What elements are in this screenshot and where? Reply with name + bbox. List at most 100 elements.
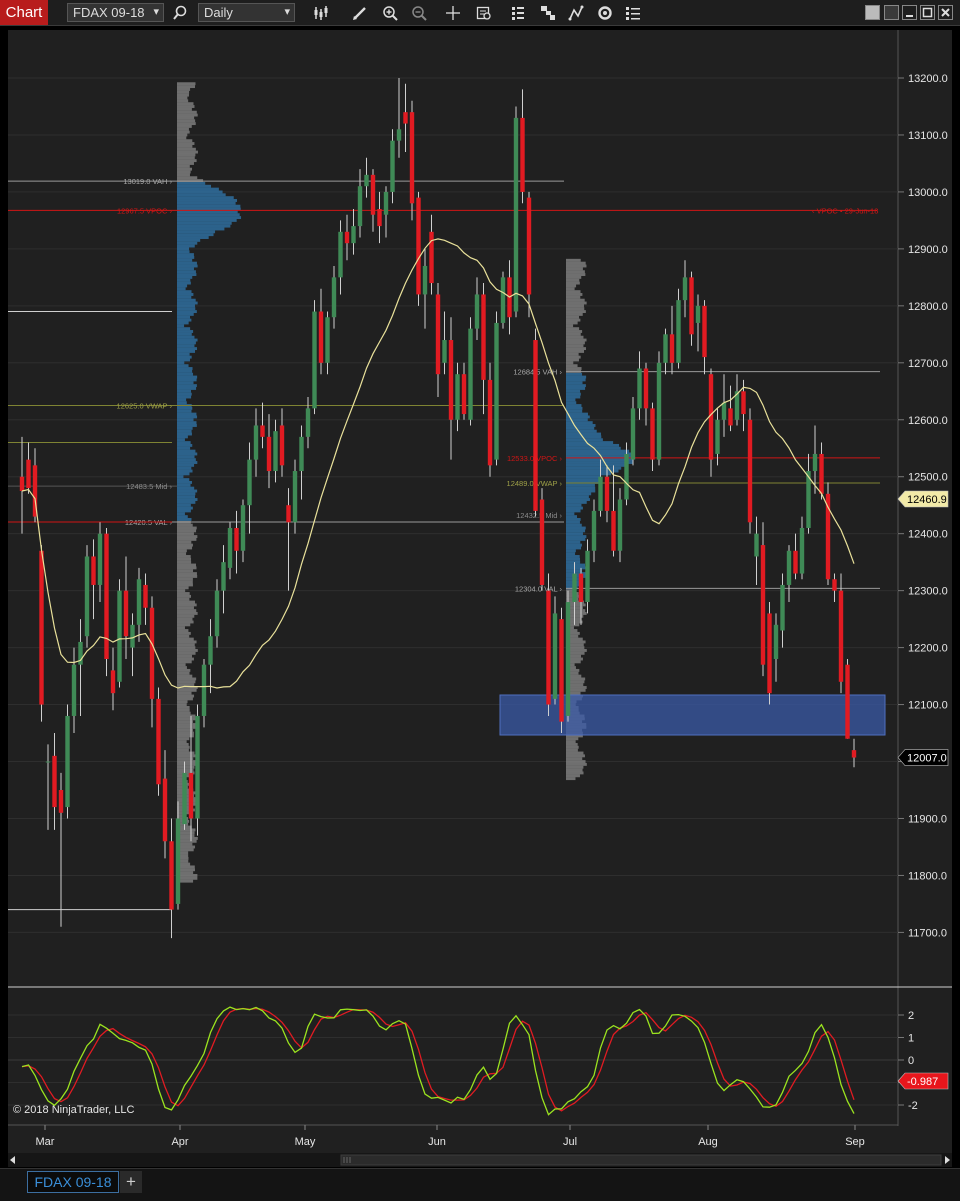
candle-body [637, 368, 642, 409]
chart-canvas[interactable]: 13019.0 VAH › 12967.5 VPOC › 12625.0 VWAP … [0, 26, 960, 1153]
tab-fdax[interactable]: FDAX 09-18 [27, 1171, 119, 1193]
volume-profile-bar [177, 335, 195, 339]
strategies-icon[interactable] [508, 3, 528, 22]
scroll-right-icon[interactable] [945, 1156, 950, 1164]
tile-icon[interactable] [884, 5, 899, 20]
volume-profile-bar [177, 643, 195, 647]
maximize-icon[interactable] [920, 5, 935, 20]
volume-profile-bar [177, 258, 193, 262]
candle-body [832, 579, 837, 591]
candle-body [513, 117, 519, 312]
volume-profile-bar [177, 452, 198, 456]
pencil-icon[interactable] [350, 3, 370, 22]
volume-profile-bar [177, 515, 188, 519]
volume-profile-bar [177, 330, 194, 333]
volume-profile-bar [177, 218, 237, 222]
candle-body [461, 374, 467, 415]
close-icon[interactable] [938, 5, 953, 20]
candle-body [572, 573, 577, 603]
volume-profile-bar [177, 688, 197, 692]
volume-profile-bar [177, 102, 194, 106]
indicators-icon[interactable] [538, 3, 558, 22]
volume-profile-bar [177, 429, 192, 433]
naked-vpoc-label: ‹ VPOC • 29-Jun-18 [812, 206, 878, 215]
volume-profile-bar [177, 631, 191, 635]
volume-profile-bar [177, 523, 193, 527]
candle-body [286, 505, 291, 523]
volume-profile-bar [177, 409, 192, 413]
volume-profile-bar [177, 159, 197, 163]
volume-profile-bar [566, 398, 576, 402]
volume-profile-bar [177, 349, 196, 353]
demand-zone-rectangle[interactable] [499, 694, 886, 736]
volume-profile-bar [566, 273, 586, 276]
volume-profile-bar [177, 535, 198, 539]
volume-profile-bar [177, 293, 194, 296]
bar-type-icon[interactable] [312, 3, 332, 22]
volume-profile-bar [177, 509, 191, 513]
volume-profile-bar [177, 173, 190, 177]
volume-profile-bar [177, 406, 193, 410]
volume-profile-bar [177, 754, 196, 758]
chevron-down-icon: ▾ [153, 6, 159, 18]
instrument-selector[interactable]: FDAX 09-18 ▾ [67, 3, 164, 22]
volume-profile-bar [566, 381, 583, 385]
volume-profile-bar [177, 500, 196, 504]
candle-body [689, 277, 694, 335]
volume-profile-bar [177, 663, 186, 667]
volume-profile-bar [177, 156, 195, 160]
volume-profile-bar [566, 757, 583, 761]
candle-body [520, 117, 525, 192]
volume-profile-bar [177, 375, 198, 379]
profile-level-label: 12625.0 VWAP › [117, 402, 173, 411]
volume-profile-bar [177, 614, 195, 618]
candle-body [357, 186, 363, 227]
volume-profile-bar [566, 327, 580, 331]
zoom-out-icon[interactable] [409, 3, 429, 22]
candle-body [799, 527, 805, 574]
interval-selector[interactable]: Daily ▾ [198, 3, 295, 22]
reload-icon[interactable] [595, 3, 615, 22]
volume-profile-bar [177, 472, 190, 476]
minimize-icon[interactable] [902, 5, 917, 20]
volume-profile-bar [566, 335, 584, 339]
volume-profile-bar [177, 372, 194, 376]
candle-body [578, 573, 584, 603]
volume-profile-bar [177, 85, 196, 89]
search-icon[interactable] [170, 3, 190, 22]
volume-profile-bar [566, 424, 596, 427]
volume-profile-bar [177, 295, 192, 299]
volume-profile-bar [566, 278, 580, 282]
volume-profile-bar [177, 307, 196, 311]
volume-profile-bar [566, 426, 595, 430]
data-box-icon[interactable] [474, 3, 494, 22]
volume-profile-bar [566, 421, 593, 425]
volume-profile-bar [177, 503, 191, 507]
properties-icon[interactable] [623, 3, 643, 22]
add-tab-button[interactable]: + [120, 1171, 142, 1193]
candle-body [45, 761, 51, 763]
price-axis-label: 13200.0 [908, 73, 948, 85]
tile-icon[interactable] [865, 5, 880, 20]
volume-profile-bar [177, 398, 187, 402]
volume-profile-bar [177, 498, 198, 501]
zoom-in-icon[interactable] [380, 3, 400, 22]
volume-profile-bar [177, 461, 198, 464]
candle-body [234, 527, 239, 551]
horizontal-scrollbar[interactable] [8, 1153, 952, 1167]
volume-profile-bar [566, 563, 585, 567]
volume-profile-bar [177, 378, 197, 382]
ma-price-marker-label: 12460.9 [907, 494, 947, 506]
volume-profile-bar [566, 560, 581, 564]
scroll-left-icon[interactable] [10, 1156, 15, 1164]
candle-body [747, 419, 753, 523]
volume-profile-bar [177, 412, 197, 416]
volume-profile-bar [566, 486, 596, 490]
volume-profile-bar [177, 324, 185, 328]
volume-profile-bar [177, 654, 192, 658]
volume-profile-bar [177, 458, 196, 462]
crosshair-icon[interactable] [443, 3, 463, 22]
chart-title-tab[interactable]: Chart [0, 0, 48, 25]
scrollbar-thumb[interactable] [340, 1154, 942, 1166]
drawing-tools-icon[interactable] [566, 3, 586, 22]
